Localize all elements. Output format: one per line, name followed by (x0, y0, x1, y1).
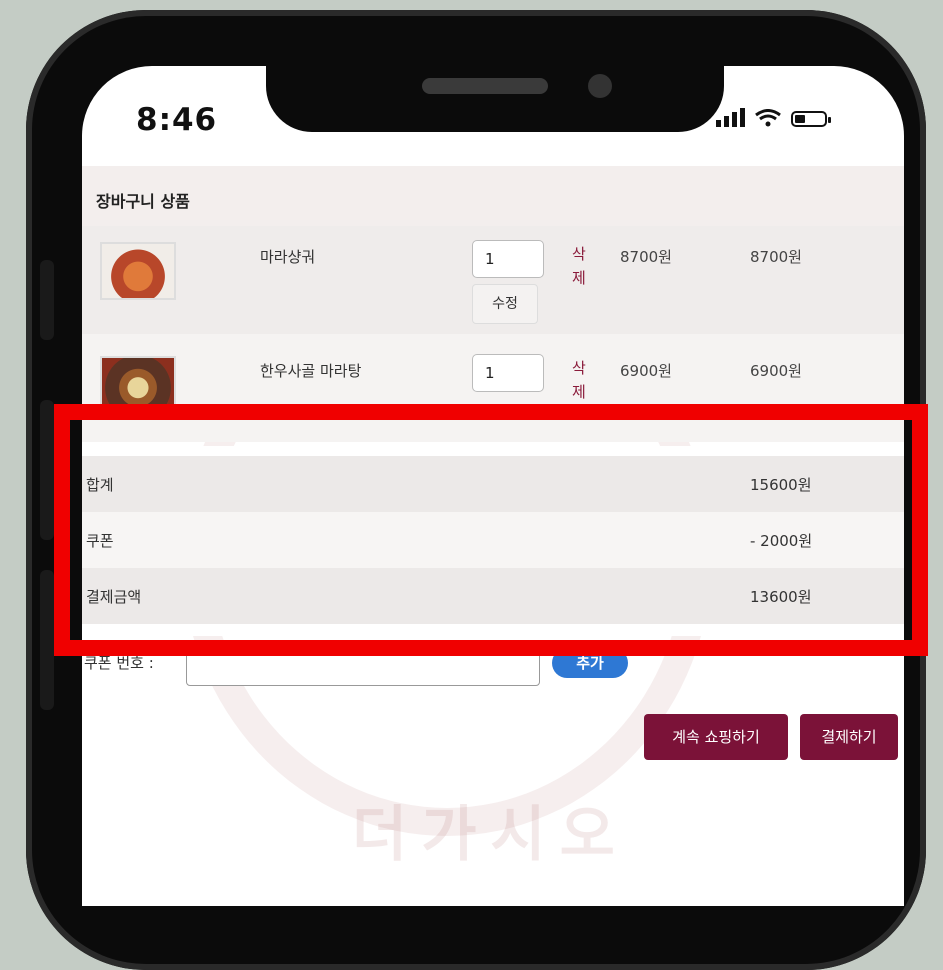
battery-icon (791, 111, 831, 127)
cart-item-row: 마라샹궈 1 수정 삭제 8700원 8700원 (82, 226, 904, 334)
side-button (40, 260, 54, 340)
cart-section-header: 장바구니 상품 (82, 166, 904, 226)
product-thumbnail[interactable] (100, 242, 176, 300)
front-camera (588, 74, 612, 98)
continue-shopping-button[interactable]: 계속 쇼핑하기 (644, 714, 788, 760)
checkout-button[interactable]: 결제하기 (800, 714, 898, 760)
quantity-input[interactable]: 1 (472, 240, 544, 278)
side-button (40, 570, 54, 710)
wifi-icon (755, 109, 781, 127)
watermark-text: 더가시오 (352, 800, 629, 870)
status-time: 8:46 (136, 102, 218, 138)
item-total: 8700원 (750, 248, 802, 266)
status-icons (716, 108, 831, 127)
edit-quantity-button[interactable]: 수정 (472, 284, 538, 324)
item-total: 6900원 (750, 362, 802, 380)
highlight-box (54, 404, 928, 656)
phone-notch (266, 66, 724, 132)
unit-price: 8700원 (620, 248, 672, 266)
delete-item-link[interactable]: 삭제 (572, 356, 590, 404)
product-name[interactable]: 마라샹궈 (260, 246, 315, 267)
delete-item-link[interactable]: 삭제 (572, 242, 590, 290)
unit-price: 6900원 (620, 362, 672, 380)
quantity-input[interactable]: 1 (472, 354, 544, 392)
signal-icon (716, 108, 745, 127)
product-name[interactable]: 한우사골 마라탕 (260, 360, 361, 381)
side-button (40, 400, 54, 540)
cart-section-title: 장바구니 상품 (96, 192, 190, 211)
speaker (422, 78, 548, 94)
